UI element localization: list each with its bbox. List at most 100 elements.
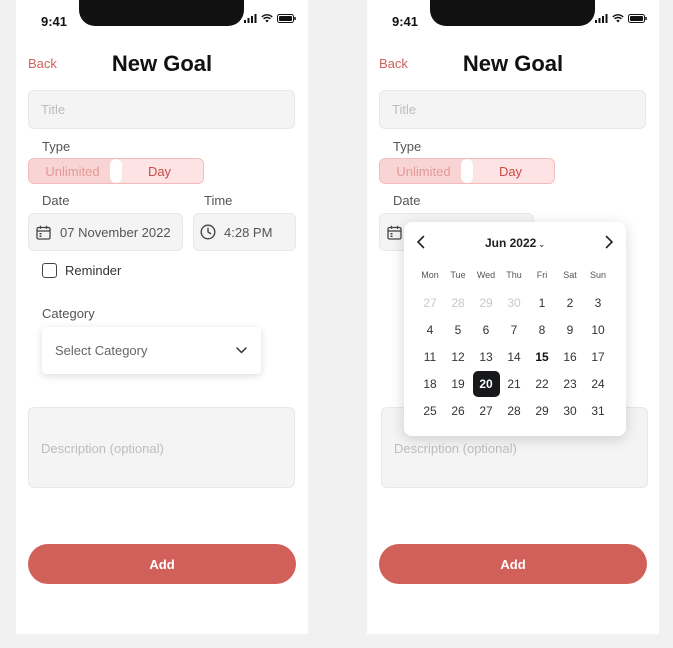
reminder-option[interactable]: Reminder bbox=[42, 263, 121, 278]
title-input[interactable] bbox=[380, 91, 645, 128]
type-option-unlimited[interactable]: Unlimited bbox=[380, 159, 473, 183]
weekday-label: Sun bbox=[589, 270, 606, 280]
calendar-header: Jun 2022 ⌄ bbox=[404, 234, 626, 252]
description-field[interactable] bbox=[28, 407, 295, 488]
calendar-day[interactable]: 14 bbox=[500, 343, 528, 370]
date-picker-field[interactable]: 07 November 2022 bbox=[28, 213, 183, 251]
calendar-day-number: 21 bbox=[507, 376, 521, 391]
type-label: Type bbox=[42, 139, 71, 154]
calendar-day-number: 3 bbox=[594, 295, 602, 310]
calendar-day-number: 4 bbox=[426, 322, 434, 337]
type-option-unlimited[interactable]: Unlimited bbox=[29, 159, 122, 183]
calendar-day[interactable]: 23 bbox=[556, 370, 584, 397]
cellular-signal-icon bbox=[595, 14, 608, 23]
type-toggle[interactable]: Unlimited Day bbox=[28, 158, 204, 184]
date-label: Date bbox=[393, 193, 421, 208]
calendar-day[interactable]: 29 bbox=[528, 397, 556, 424]
chevron-down-icon: ⌄ bbox=[538, 240, 546, 249]
page-title: New Goal bbox=[462, 51, 564, 76]
battery-icon bbox=[277, 14, 296, 23]
title-field[interactable] bbox=[28, 90, 295, 129]
calendar-day[interactable]: 28 bbox=[500, 397, 528, 424]
status-time: 9:41 bbox=[392, 14, 419, 29]
calendar-day[interactable]: 8 bbox=[528, 316, 556, 343]
calendar-day[interactable]: 6 bbox=[472, 316, 500, 343]
calendar-day[interactable]: 27 bbox=[472, 397, 500, 424]
weekday-label: Thu bbox=[506, 270, 522, 280]
calendar-day[interactable]: 16 bbox=[556, 343, 584, 370]
time-label: Time bbox=[204, 193, 233, 208]
calendar-day[interactable]: 9 bbox=[556, 316, 584, 343]
calendar-day[interactable]: 22 bbox=[528, 370, 556, 397]
wifi-icon bbox=[612, 14, 624, 23]
calendar-day[interactable]: 21 bbox=[500, 370, 528, 397]
calendar-day-number: 20 bbox=[472, 370, 500, 397]
add-button[interactable]: Add bbox=[28, 544, 296, 584]
chevron-right-icon[interactable] bbox=[604, 235, 614, 249]
calendar-day-number: 31 bbox=[591, 403, 605, 418]
title-input[interactable] bbox=[29, 91, 294, 128]
calendar-day[interactable]: 5 bbox=[444, 316, 472, 343]
calendar-day[interactable]: 2 bbox=[556, 289, 584, 316]
reminder-checkbox[interactable] bbox=[42, 263, 57, 278]
calendar-day[interactable]: 27 bbox=[416, 289, 444, 316]
calendar-icon bbox=[387, 225, 402, 240]
calendar-day-number: 29 bbox=[479, 295, 493, 310]
calendar-day[interactable]: 1 bbox=[528, 289, 556, 316]
calendar-month-selector[interactable]: Jun 2022 ⌄ bbox=[404, 236, 626, 250]
calendar-day[interactable]: 3 bbox=[584, 289, 612, 316]
add-button[interactable]: Add bbox=[379, 544, 647, 584]
calendar-day[interactable]: 18 bbox=[416, 370, 444, 397]
category-label: Category bbox=[42, 306, 95, 321]
time-picker-field[interactable]: 4:28 PM bbox=[193, 213, 296, 251]
chevron-down-icon bbox=[236, 347, 247, 354]
calendar-day-number: 19 bbox=[451, 376, 465, 391]
calendar-day-number: 22 bbox=[535, 376, 549, 391]
calendar-icon bbox=[36, 225, 51, 240]
calendar-day-number: 8 bbox=[538, 322, 546, 337]
calendar-day-number: 17 bbox=[591, 349, 605, 364]
calendar-day-number: 14 bbox=[507, 349, 521, 364]
calendar-day-number: 30 bbox=[563, 403, 577, 418]
cellular-signal-icon bbox=[244, 14, 257, 23]
calendar-day-number: 5 bbox=[454, 322, 462, 337]
calendar-day[interactable]: 10 bbox=[584, 316, 612, 343]
weekday-label: Wed bbox=[476, 270, 496, 280]
type-toggle[interactable]: Unlimited Day bbox=[379, 158, 555, 184]
calendar-day[interactable]: 12 bbox=[444, 343, 472, 370]
calendar-day-number: 1 bbox=[538, 295, 546, 310]
calendar-day[interactable]: 7 bbox=[500, 316, 528, 343]
type-label: Type bbox=[393, 139, 422, 154]
calendar-day-selected[interactable]: 20 bbox=[472, 370, 500, 397]
description-input[interactable] bbox=[29, 408, 294, 487]
calendar-day-number: 28 bbox=[451, 295, 465, 310]
calendar-popover: Jun 2022 ⌄ Mon Tue Wed Thu Fri Sat Sun 27 28 29 30… bbox=[404, 222, 626, 436]
calendar-day[interactable]: 29 bbox=[472, 289, 500, 316]
calendar-day[interactable]: 4 bbox=[416, 316, 444, 343]
calendar-day[interactable]: 15 bbox=[528, 343, 556, 370]
calendar-day-number: 10 bbox=[591, 322, 605, 337]
status-icons bbox=[244, 14, 296, 23]
calendar-day[interactable]: 17 bbox=[584, 343, 612, 370]
calendar-day[interactable]: 19 bbox=[444, 370, 472, 397]
calendar-day-number: 30 bbox=[507, 295, 521, 310]
calendar-day-number: 6 bbox=[482, 322, 490, 337]
title-field[interactable] bbox=[379, 90, 646, 129]
type-option-day[interactable]: Day bbox=[467, 159, 554, 183]
calendar-day-number: 29 bbox=[535, 403, 549, 418]
calendar-day[interactable]: 13 bbox=[472, 343, 500, 370]
status-time: 9:41 bbox=[41, 14, 68, 29]
category-select[interactable]: Select Category bbox=[42, 327, 261, 374]
type-option-day[interactable]: Day bbox=[116, 159, 203, 183]
calendar-day[interactable]: 31 bbox=[584, 397, 612, 424]
calendar-day[interactable]: 25 bbox=[416, 397, 444, 424]
calendar-day[interactable]: 26 bbox=[444, 397, 472, 424]
calendar-day[interactable]: 24 bbox=[584, 370, 612, 397]
calendar-day[interactable]: 30 bbox=[556, 397, 584, 424]
calendar-day-number: 24 bbox=[591, 376, 605, 391]
battery-icon bbox=[628, 14, 647, 23]
calendar-day[interactable]: 30 bbox=[500, 289, 528, 316]
calendar-day[interactable]: 28 bbox=[444, 289, 472, 316]
calendar-month-label: Jun 2022 bbox=[484, 236, 537, 250]
calendar-day[interactable]: 11 bbox=[416, 343, 444, 370]
